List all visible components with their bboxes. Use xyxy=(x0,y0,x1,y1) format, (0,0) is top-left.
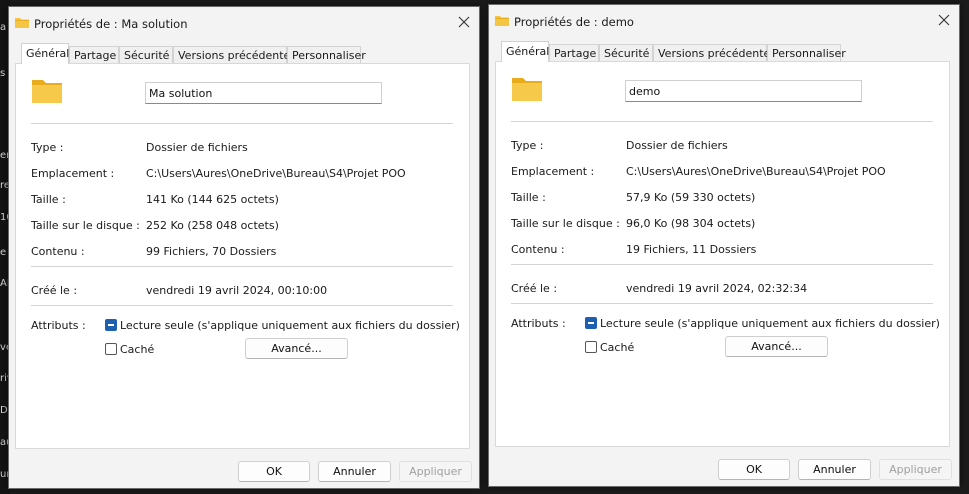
divider xyxy=(511,264,933,265)
ok-button[interactable]: OK xyxy=(718,459,790,480)
properties-dialog-ma-solution: Propriétés de : Ma solution Général Part… xyxy=(8,6,480,489)
tab-partage[interactable]: Partage xyxy=(69,46,119,63)
divider xyxy=(31,123,453,124)
window-title: Propriétés de : Ma solution xyxy=(34,17,188,31)
readonly-checkbox[interactable] xyxy=(105,319,117,331)
contents-label: Contenu : xyxy=(511,243,565,256)
close-icon[interactable] xyxy=(457,15,471,29)
readonly-checkbox[interactable] xyxy=(585,317,597,329)
divider xyxy=(31,266,453,267)
tab-personnaliser[interactable]: Personnaliser xyxy=(287,46,366,63)
folder-icon xyxy=(512,78,542,101)
size-on-disk-label: Taille sur le disque : xyxy=(511,217,620,230)
location-value: C:\Users\Aures\OneDrive\Bureau\S4\Projet… xyxy=(146,167,406,180)
hidden-label[interactable]: Caché xyxy=(600,341,634,354)
tab-partage[interactable]: Partage xyxy=(549,44,599,61)
title-bar[interactable]: Propriétés de : demo xyxy=(489,5,959,39)
size-on-disk-value: 96,0 Ko (98 304 octets) xyxy=(626,217,756,230)
location-label: Emplacement : xyxy=(31,167,115,180)
location-value: C:\Users\Aures\OneDrive\Bureau\S4\Projet… xyxy=(626,165,886,178)
ok-button[interactable]: OK xyxy=(238,461,310,482)
divider xyxy=(511,121,933,122)
cancel-button[interactable]: Annuler xyxy=(318,461,391,482)
size-on-disk-label: Taille sur le disque : xyxy=(31,219,140,232)
hidden-label[interactable]: Caché xyxy=(120,343,154,356)
created-value: vendredi 19 avril 2024, 00:10:00 xyxy=(146,284,328,297)
type-value: Dossier de fichiers xyxy=(626,139,728,152)
created-label: Créé le : xyxy=(31,284,78,297)
location-label: Emplacement : xyxy=(511,165,595,178)
size-value: 57,9 Ko (59 330 octets) xyxy=(626,191,756,204)
tab-page-general: Type : Dossier de fichiers Emplacement :… xyxy=(495,61,950,447)
tab-versions-precedentes[interactable]: Versions précédentes xyxy=(653,44,776,61)
close-icon[interactable] xyxy=(937,13,951,27)
title-bar[interactable]: Propriétés de : Ma solution xyxy=(9,7,479,41)
tab-general[interactable]: Général xyxy=(501,41,549,62)
attributes-label: Attributs : xyxy=(511,317,566,330)
properties-dialog-demo: Propriétés de : demo Général Partage Séc… xyxy=(488,4,960,487)
tab-versions-precedentes[interactable]: Versions précédentes xyxy=(173,46,296,63)
readonly-label[interactable]: Lecture seule (s'applique uniquement aux… xyxy=(600,317,940,330)
folder-name-input[interactable] xyxy=(625,80,862,102)
contents-value: 99 Fichiers, 70 Dossiers xyxy=(146,245,277,258)
folder-icon xyxy=(32,80,62,103)
hidden-checkbox[interactable] xyxy=(105,343,117,355)
tab-general[interactable]: Général xyxy=(21,43,69,64)
attributes-label: Attributs : xyxy=(31,319,86,332)
created-value: vendredi 19 avril 2024, 02:32:34 xyxy=(626,282,808,295)
contents-value: 19 Fichiers, 11 Dossiers xyxy=(626,243,757,256)
type-value: Dossier de fichiers xyxy=(146,141,248,154)
hidden-checkbox[interactable] xyxy=(585,341,597,353)
apply-button[interactable]: Appliquer xyxy=(879,459,952,480)
folder-icon xyxy=(495,16,509,26)
divider xyxy=(511,303,933,304)
folder-name-input[interactable] xyxy=(145,82,382,104)
type-label: Type : xyxy=(31,141,64,154)
advanced-button[interactable]: Avancé... xyxy=(245,338,348,359)
tab-personnaliser[interactable]: Personnaliser xyxy=(767,44,846,61)
type-label: Type : xyxy=(511,139,544,152)
created-label: Créé le : xyxy=(511,282,558,295)
advanced-button[interactable]: Avancé... xyxy=(725,336,828,357)
divider xyxy=(31,305,453,306)
tab-page-general: Type : Dossier de fichiers Emplacement :… xyxy=(15,63,470,449)
tab-securite[interactable]: Sécurité xyxy=(119,46,173,63)
tab-securite[interactable]: Sécurité xyxy=(599,44,653,61)
size-on-disk-value: 252 Ko (258 048 octets) xyxy=(146,219,279,232)
folder-icon xyxy=(15,18,29,28)
apply-button[interactable]: Appliquer xyxy=(399,461,472,482)
readonly-label[interactable]: Lecture seule (s'applique uniquement aux… xyxy=(120,319,460,332)
cancel-button[interactable]: Annuler xyxy=(798,459,871,480)
window-title: Propriétés de : demo xyxy=(514,15,634,29)
size-label: Taille : xyxy=(31,193,66,206)
size-label: Taille : xyxy=(511,191,546,204)
contents-label: Contenu : xyxy=(31,245,85,258)
size-value: 141 Ko (144 625 octets) xyxy=(146,193,279,206)
